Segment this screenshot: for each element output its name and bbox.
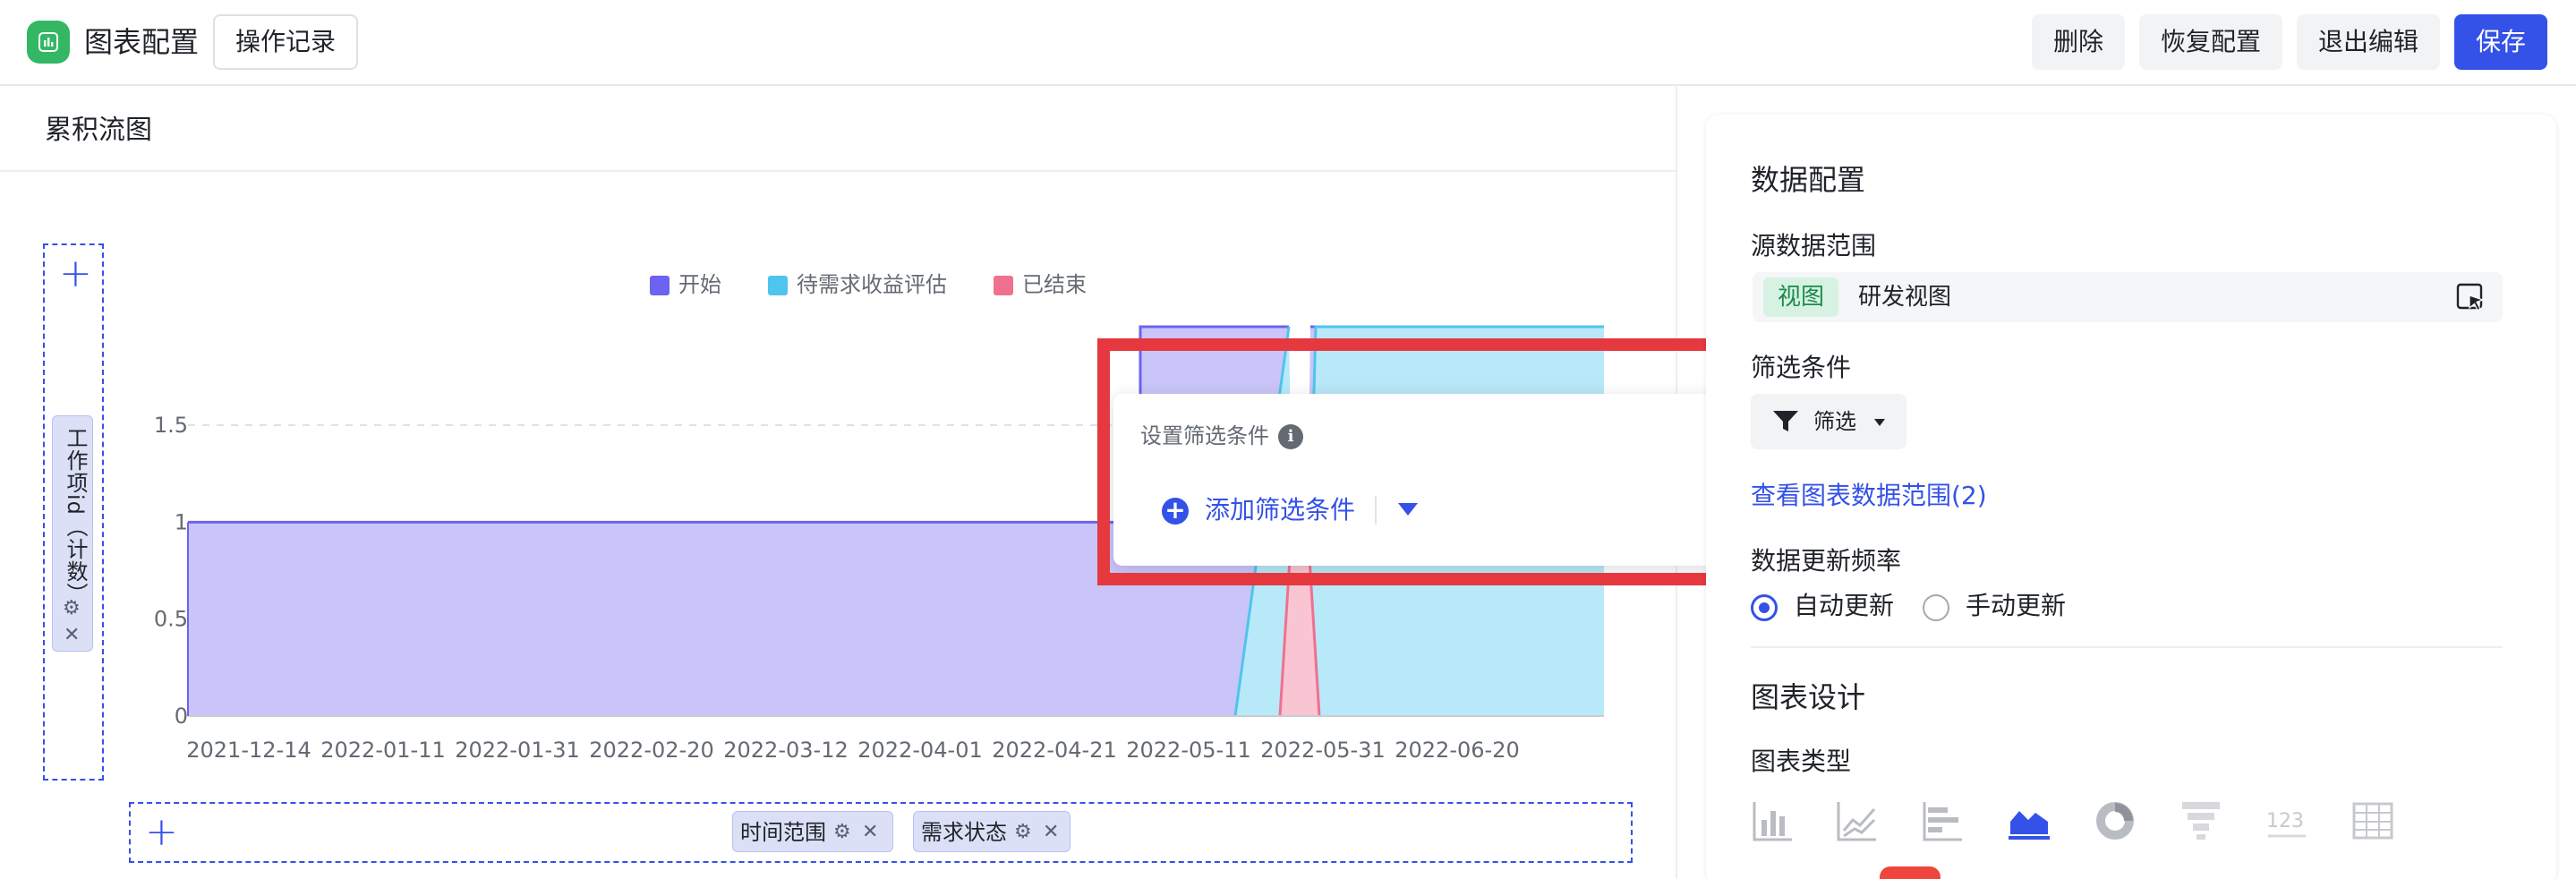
legend-item-pending-eval[interactable]: 待需求收益评估 [768,270,956,299]
update-frequency-heading: 数据更新频率 [1751,546,1902,576]
auto-update-radio[interactable] [1751,594,1778,621]
filter-button-label: 筛选 [1813,409,1856,434]
x-tick-label: 2022-04-21 [992,738,1116,763]
table-chart-icon[interactable] [2350,798,2395,843]
x-tick-label: 2022-02-20 [589,738,713,763]
select-cursor-icon[interactable] [2456,283,2486,313]
legend-label: 待需求收益评估 [797,272,947,297]
x-tick-label: 2022-06-20 [1395,738,1519,763]
funnel-chart-icon[interactable] [2179,798,2223,843]
x-field-remove-close-icon[interactable]: ✕ [862,823,878,842]
x-field-pill-time-range[interactable]: 时间范围 ⚙ ✕ [732,811,893,852]
x-tick-label: 2021-12-14 [186,738,311,763]
y-tick-label: 0.5 [154,607,188,632]
delete-button[interactable]: 删除 [2032,14,2125,70]
x-tick-label: 2022-01-11 [320,738,445,763]
x-field-settings-gear-icon[interactable]: ⚙ [1014,823,1032,842]
filter-button[interactable]: 筛选 [1751,394,1906,449]
area-chart-icon[interactable] [2007,798,2051,843]
y-tick-label: 1 [175,509,188,534]
x-tick-label: 2022-05-31 [1260,738,1385,763]
source-view-name: 研发视图 [1858,284,1952,311]
manual-update-radio[interactable] [1923,594,1949,621]
filter-condition-heading: 筛选条件 [1751,353,1852,382]
x-tick-label: 2022-05-11 [1126,738,1250,763]
y-tick-label: 0 [175,704,188,729]
new-badge [1880,866,1941,879]
chart-y-ticks: 0 0.5 1 1.5 [154,413,188,729]
section-divider [1751,646,2503,648]
x-tick-label: 2022-03-12 [723,738,848,763]
chart-x-ticks: 2021-12-14 2022-01-11 2022-01-31 2022-02-20… [186,738,1519,763]
legend-label: 开始 [678,272,721,297]
manual-update-label[interactable]: 手动更新 [1966,589,2066,623]
source-range-selector[interactable]: 视图 研发视图 [1753,272,2503,322]
auto-update-label[interactable]: 自动更新 [1794,589,1894,623]
chart-type-label: 图表类型 [1751,747,1852,776]
legend-swatch [768,276,788,295]
donut-chart-icon[interactable] [2093,798,2137,843]
x-tick-label: 2022-04-01 [857,738,982,763]
data-config-heading: 数据配置 [1751,163,1866,197]
legend-label: 已结束 [1022,272,1087,297]
x-field-label: 需求状态 [921,820,1007,845]
source-range-label: 源数据范围 [1751,231,1877,260]
x-tick-label: 2022-01-31 [455,738,579,763]
exit-edit-button[interactable]: 退出编辑 [2297,14,2440,70]
filter-funnel-icon [1773,411,1798,431]
legend-item-start[interactable]: 开始 [650,270,748,299]
svg-text:123: 123 [2266,810,2304,832]
add-x-field-icon[interactable]: + [145,813,178,852]
bar-chart-icon[interactable] [1751,798,1796,843]
number-chart-icon[interactable]: 123 [2265,798,2309,843]
view-data-range-link[interactable]: 查看图表数据范围(2) [1751,478,1987,514]
legend-swatch [994,276,1013,295]
horizontal-bar-icon[interactable] [1921,798,1966,843]
legend-item-closed[interactable]: 已结束 [994,270,1101,299]
line-chart-icon[interactable] [1835,798,1880,843]
restore-config-button[interactable]: 恢复配置 [2139,14,2282,70]
chart-design-heading: 图表设计 [1751,680,1866,714]
x-field-settings-gear-icon[interactable]: ⚙ [833,823,851,842]
save-button[interactable]: 保存 [2454,14,2547,70]
x-field-pill-status[interactable]: 需求状态 ⚙ ✕ [913,811,1070,852]
x-field-label: 时间范围 [740,820,826,845]
caret-down-icon [1874,419,1885,426]
view-tag: 视图 [1763,277,1839,317]
y-tick-label: 1.5 [154,413,188,438]
legend-swatch [650,276,670,295]
x-field-remove-close-icon[interactable]: ✕ [1043,823,1059,842]
